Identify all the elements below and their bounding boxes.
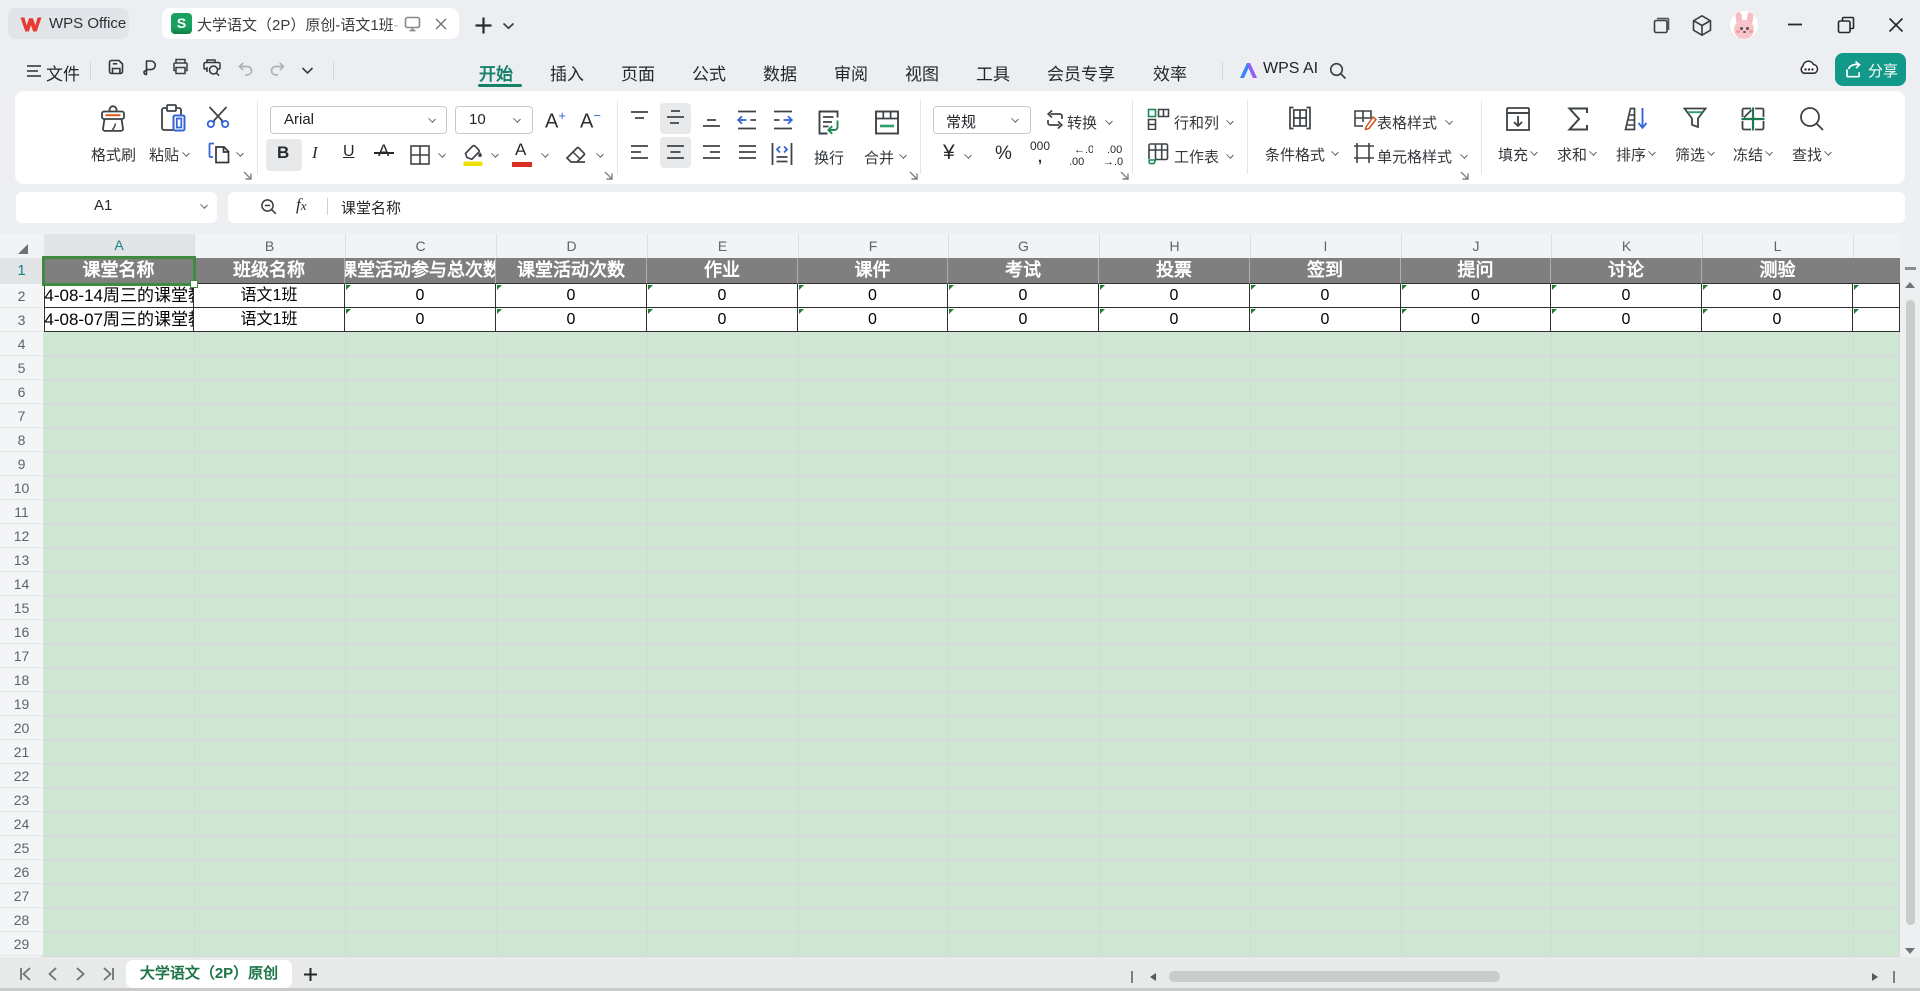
svg-text:→.0: →.0 [1103,156,1123,167]
svg-text:.00: .00 [1107,144,1122,156]
svg-text:.00: .00 [1069,156,1084,167]
svg-text:←.0: ←.0 [1074,144,1093,156]
